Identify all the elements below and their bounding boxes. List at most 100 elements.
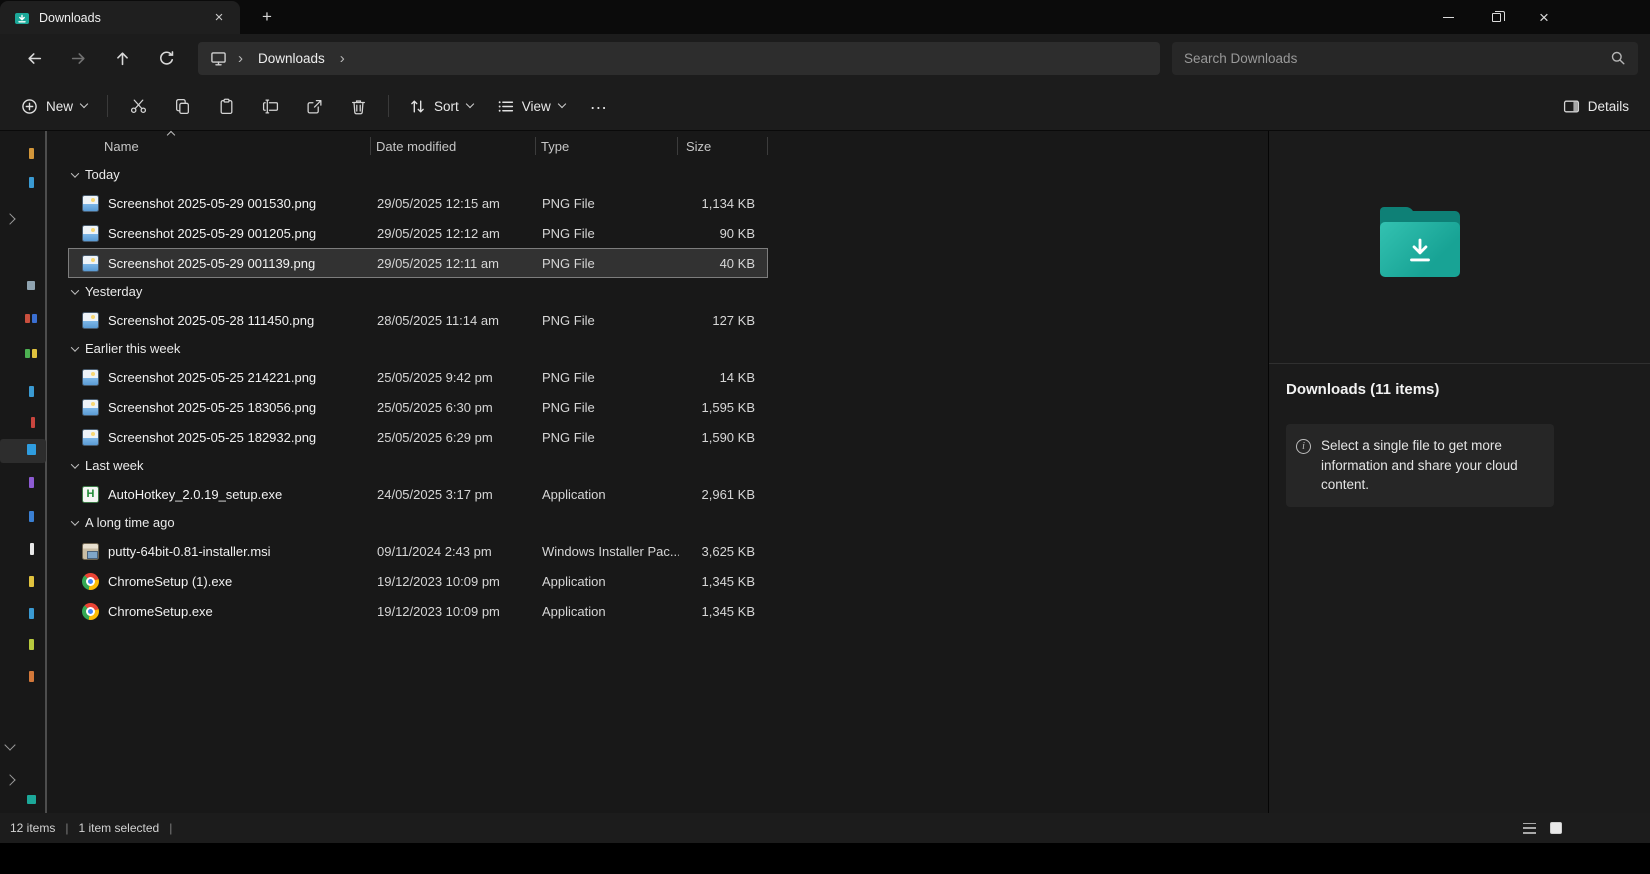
group-label: Today bbox=[85, 167, 120, 182]
png-file-icon bbox=[82, 255, 99, 272]
group-header[interactable]: Yesterday bbox=[68, 278, 768, 305]
file-row[interactable]: ChromeSetup.exe19/12/2023 10:09 pmApplic… bbox=[68, 596, 768, 626]
file-row[interactable]: Screenshot 2025-05-25 182932.png25/05/20… bbox=[68, 422, 768, 452]
column-header-size[interactable]: Size bbox=[678, 131, 768, 161]
column-header-name[interactable]: Name bbox=[68, 131, 371, 161]
file-type: PNG File bbox=[537, 226, 679, 241]
cut-scissors-icon bbox=[130, 98, 147, 115]
file-size: 1,134 KB bbox=[679, 196, 767, 211]
chevron-down-icon[interactable] bbox=[4, 739, 15, 750]
chevron-right-icon[interactable] bbox=[4, 213, 15, 224]
tab-downloads[interactable]: Downloads × bbox=[0, 1, 240, 34]
new-button[interactable]: New bbox=[10, 88, 98, 124]
tab-close-icon[interactable]: × bbox=[208, 7, 230, 29]
file-row[interactable]: AutoHotkey_2.0.19_setup.exe24/05/2025 3:… bbox=[68, 479, 768, 509]
file-row[interactable]: ChromeSetup (1).exe19/12/2023 10:09 pmAp… bbox=[68, 566, 768, 596]
large-icons-view-toggle[interactable] bbox=[1547, 821, 1564, 836]
restore-button[interactable] bbox=[1472, 0, 1520, 34]
column-headers: Name Date modified Type Size bbox=[68, 131, 1268, 161]
list-view-icon bbox=[1523, 823, 1536, 834]
close-button[interactable]: × bbox=[1520, 0, 1568, 34]
cut-button[interactable] bbox=[117, 88, 159, 124]
minimize-button[interactable] bbox=[1424, 0, 1472, 34]
breadcrumb-downloads[interactable]: Downloads bbox=[250, 47, 333, 70]
tree-item-selected[interactable] bbox=[0, 439, 46, 463]
file-row[interactable]: Screenshot 2025-05-29 001139.png29/05/20… bbox=[68, 248, 768, 278]
content-area: Name Date modified Type Size Today Screen… bbox=[0, 131, 1650, 813]
file-type: PNG File bbox=[537, 430, 679, 445]
sort-button[interactable]: Sort bbox=[398, 88, 484, 124]
tree-item-icon bbox=[31, 417, 35, 428]
group-label: Earlier this week bbox=[85, 341, 180, 356]
file-row[interactable]: Screenshot 2025-05-29 001205.png29/05/20… bbox=[68, 218, 768, 248]
details-pane-toggle-button[interactable]: Details bbox=[1552, 88, 1640, 124]
share-button[interactable] bbox=[293, 88, 335, 124]
address-bar[interactable]: › Downloads › bbox=[198, 42, 1160, 75]
file-date-modified: 25/05/2025 6:29 pm bbox=[372, 430, 537, 445]
copy-button[interactable] bbox=[161, 88, 203, 124]
column-header-date-modified[interactable]: Date modified bbox=[371, 131, 536, 161]
more-options-button[interactable]: … bbox=[578, 88, 620, 124]
details-info-text: Select a single file to get more informa… bbox=[1321, 436, 1542, 495]
title-bar: Downloads × + × bbox=[0, 0, 1650, 34]
file-type: Application bbox=[537, 604, 679, 619]
file-date-modified: 28/05/2025 11:14 am bbox=[372, 313, 537, 328]
file-name: Screenshot 2025-05-28 111450.png bbox=[108, 313, 314, 328]
tree-item-icon bbox=[29, 671, 34, 682]
file-date-modified: 25/05/2025 6:30 pm bbox=[372, 400, 537, 415]
file-name: Screenshot 2025-05-25 183056.png bbox=[108, 400, 316, 415]
file-size: 90 KB bbox=[679, 226, 767, 241]
search-input[interactable] bbox=[1184, 51, 1610, 66]
window-controls: × bbox=[1424, 0, 1568, 34]
rename-icon bbox=[262, 98, 279, 115]
file-date-modified: 25/05/2025 9:42 pm bbox=[372, 370, 537, 385]
tree-item-icon bbox=[29, 576, 34, 587]
view-list-icon bbox=[497, 98, 514, 115]
file-row[interactable]: Screenshot 2025-05-25 214221.png25/05/20… bbox=[68, 362, 768, 392]
breadcrumb-chevron-icon[interactable]: › bbox=[337, 50, 348, 67]
delete-button[interactable] bbox=[337, 88, 379, 124]
navigation-pane-collapsed[interactable] bbox=[0, 131, 62, 813]
new-tab-button[interactable]: + bbox=[252, 2, 282, 32]
list-view-toggle[interactable] bbox=[1521, 821, 1538, 836]
paste-button[interactable] bbox=[205, 88, 247, 124]
view-button[interactable]: View bbox=[486, 88, 576, 124]
file-row[interactable]: Screenshot 2025-05-25 183056.png 25/05/20… bbox=[68, 392, 768, 422]
close-icon: × bbox=[1539, 9, 1549, 26]
png-file-icon bbox=[82, 225, 99, 242]
chevron-down-icon bbox=[80, 100, 88, 108]
forward-button[interactable] bbox=[56, 40, 100, 76]
column-header-type[interactable]: Type bbox=[536, 131, 678, 161]
back-button[interactable] bbox=[12, 40, 56, 76]
folder-front bbox=[1380, 222, 1460, 277]
file-row[interactable]: putty-64bit-0.81-installer.msi09/11/2024… bbox=[68, 536, 768, 566]
file-size: 1,590 KB bbox=[679, 430, 767, 445]
copy-icon bbox=[174, 98, 191, 115]
file-date-modified: 19/12/2023 10:09 pm bbox=[372, 574, 537, 589]
chevron-down-icon bbox=[558, 100, 566, 108]
group-header[interactable]: A long time ago bbox=[68, 509, 768, 536]
up-button[interactable] bbox=[100, 40, 144, 76]
pane-splitter[interactable] bbox=[45, 131, 47, 813]
group-header[interactable]: Today bbox=[68, 161, 768, 188]
tree-item-icon bbox=[29, 386, 34, 397]
file-date-modified: 29/05/2025 12:11 am bbox=[372, 256, 537, 271]
file-row[interactable]: Screenshot 2025-05-28 111450.png 28/05/20… bbox=[68, 305, 768, 335]
group-header[interactable]: Last week bbox=[68, 452, 768, 479]
file-row[interactable]: Screenshot 2025-05-29 001530.png29/05/20… bbox=[68, 188, 768, 218]
file-size: 3,625 KB bbox=[679, 544, 767, 559]
share-icon bbox=[306, 98, 323, 115]
paste-clipboard-icon bbox=[218, 98, 235, 115]
search-icon[interactable] bbox=[1610, 50, 1626, 66]
tree-item-icon bbox=[25, 349, 30, 358]
chevron-down-icon bbox=[71, 169, 79, 177]
chevron-down-icon bbox=[71, 343, 79, 351]
refresh-button[interactable] bbox=[144, 40, 188, 76]
png-file-icon bbox=[82, 429, 99, 446]
breadcrumb-chevron-icon[interactable]: › bbox=[235, 50, 246, 67]
rename-button[interactable] bbox=[249, 88, 291, 124]
file-date-modified: 29/05/2025 12:15 am bbox=[372, 196, 537, 211]
file-type: Application bbox=[537, 487, 679, 502]
group-header[interactable]: Earlier this week bbox=[68, 335, 768, 362]
chevron-right-icon[interactable] bbox=[4, 774, 15, 785]
